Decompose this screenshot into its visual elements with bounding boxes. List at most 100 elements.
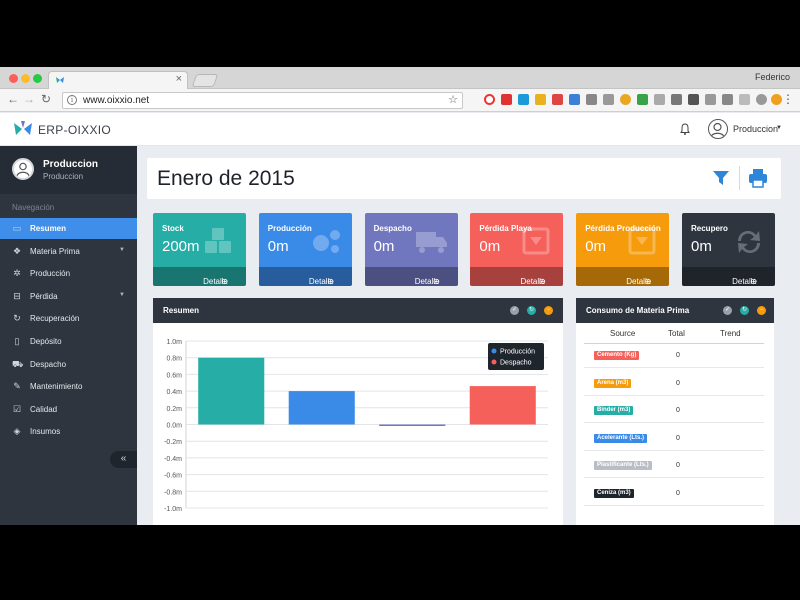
back-icon[interactable]: ← <box>6 92 20 106</box>
calendar-extension-icon[interactable] <box>569 94 580 105</box>
new-tab-button[interactable] <box>191 74 219 87</box>
extension-icon[interactable] <box>637 94 648 105</box>
source-total: 0 <box>676 489 680 497</box>
card-value: 0m <box>267 238 289 255</box>
print-icon[interactable] <box>748 168 768 188</box>
refresh-icon[interactable]: ↻ <box>527 306 536 315</box>
stat-card-pérdida-producción[interactable]: Pérdida Producción 0m Detalle ⊝ <box>576 213 670 286</box>
sidebar-item-label: Calidad <box>30 404 58 414</box>
extension-icon[interactable] <box>654 94 665 105</box>
extension-icon[interactable] <box>535 94 546 105</box>
sidebar-item-insumos[interactable]: ◈ Insumos <box>0 421 137 442</box>
minimize-icon[interactable]: − <box>544 306 553 315</box>
sidebar-item-resumen[interactable]: ▭ Resumen <box>0 218 137 239</box>
legend-swatch <box>491 359 497 365</box>
extension-icon[interactable] <box>603 94 614 105</box>
file-icon: ▯ <box>14 336 20 346</box>
sidebar-item-mantenimiento[interactable]: ✎ Mantenimiento <box>0 376 137 397</box>
card-value: 0m <box>585 238 607 255</box>
trello-extension-icon[interactable] <box>518 94 529 105</box>
cubes-icon <box>205 228 231 253</box>
forward-icon[interactable]: → <box>22 92 36 106</box>
sidebar-item-label: Insumos <box>30 427 61 437</box>
extension-icon[interactable] <box>501 94 512 105</box>
y-tick-label: -0.6m <box>164 473 182 480</box>
extension-icon[interactable] <box>722 94 733 105</box>
cogs-icon <box>312 230 340 253</box>
card-value: 0m <box>373 238 395 255</box>
sidebar-item-label: Despacho <box>30 359 67 369</box>
header-user-name[interactable]: Produccion <box>733 124 778 134</box>
sidebar-item-materia-prima[interactable]: ❖ Materia Prima ▼ <box>0 241 137 262</box>
sidebar-item-calidad[interactable]: ☑ Calidad <box>0 399 137 420</box>
extension-icon[interactable] <box>552 94 563 105</box>
sidebar-item-producción[interactable]: ✲ Producción <box>0 263 137 284</box>
info-icon[interactable]: i <box>67 95 77 105</box>
browser-tab[interactable]: × <box>48 71 188 89</box>
bookmark-star-icon[interactable]: ☆ <box>448 93 458 106</box>
stat-card-recupero[interactable]: Recupero 0m Detalle ⊝ <box>682 213 775 286</box>
card-detail-link[interactable]: Detalle ⊝ <box>576 267 670 286</box>
divider <box>584 449 764 451</box>
sidebar-item-depósito[interactable]: ▯ Depósito <box>0 331 137 352</box>
extension-icon[interactable] <box>771 94 782 105</box>
stat-card-pérdida-playa[interactable]: Pérdida Playa 0m Detalle ⊝ <box>470 213 564 286</box>
stat-card-despacho[interactable]: Despacho 0m Detalle ⊝ <box>364 213 458 286</box>
minimize-icon[interactable]: − <box>757 306 766 315</box>
collapse-sidebar-button[interactable]: « <box>110 451 137 468</box>
extension-icon[interactable] <box>586 94 597 105</box>
resumen-panel: Resumen ✓ ↻ − 1.0m 0.8m 0.6m 0.4m 0.2m 0.0m -0… <box>153 298 563 525</box>
sidebar-item-recuperación[interactable]: ↻ Recuperación <box>0 308 137 329</box>
card-detail-link[interactable]: Detalle ⊝ <box>153 267 246 286</box>
y-tick-label: -1.0m <box>164 506 182 513</box>
app-logo-text[interactable]: ERP-OIXXIO <box>38 123 111 137</box>
opera-extension-icon[interactable] <box>484 94 495 105</box>
source-total: 0 <box>676 407 680 414</box>
extension-icon[interactable] <box>739 94 750 105</box>
profile-avatar[interactable] <box>12 158 34 180</box>
column-header: Total <box>668 329 685 338</box>
refresh-icon[interactable]: ↻ <box>740 306 749 315</box>
address-bar[interactable]: i www.oixxio.net ☆ <box>62 92 463 109</box>
card-detail-link[interactable]: Detalle ⊝ <box>364 267 458 286</box>
extension-icon[interactable] <box>705 94 716 105</box>
extension-icon[interactable] <box>688 94 699 105</box>
browser-menu-icon[interactable]: ⋮ <box>782 92 794 106</box>
address-url[interactable]: www.oixxio.net <box>83 95 149 106</box>
arrow-circle-icon: ⊝ <box>221 277 228 286</box>
browser-profile-name[interactable]: Federico <box>755 72 790 82</box>
close-window-button[interactable] <box>9 74 18 83</box>
sidebar-item-label: Pérdida <box>30 291 58 301</box>
close-tab-icon[interactable]: × <box>176 73 182 85</box>
card-value: 0m <box>691 238 712 255</box>
check-icon[interactable]: ✓ <box>510 306 519 315</box>
sidebar-item-pérdida[interactable]: ⊟ Pérdida ▼ <box>0 286 137 307</box>
stat-card-producción[interactable]: Producción 0m Detalle ⊝ <box>258 213 352 286</box>
source-badge: Acelerante (Lts.) <box>594 433 648 443</box>
sidebar-item-despacho[interactable]: ⛟ Despacho <box>0 354 137 375</box>
bell-icon[interactable] <box>678 122 692 136</box>
arrow-circle-icon: ⊝ <box>750 277 757 286</box>
card-detail-link[interactable]: Detalle ⊝ <box>258 267 352 286</box>
card-detail-link[interactable]: Detalle ⊝ <box>682 267 775 286</box>
minimize-window-button[interactable] <box>21 74 30 83</box>
filter-icon[interactable] <box>712 169 730 187</box>
extension-icon[interactable] <box>671 94 682 105</box>
user-avatar[interactable] <box>708 119 728 139</box>
extension-icon[interactable] <box>756 94 767 105</box>
caret-down-icon[interactable]: ▼ <box>776 125 782 131</box>
source-total: 0 <box>676 462 680 469</box>
extension-icon[interactable] <box>620 94 631 105</box>
arrow-circle-icon: ⊝ <box>538 277 546 286</box>
y-tick-label: -0.8m <box>164 489 182 496</box>
maximize-window-button[interactable] <box>33 74 42 83</box>
stat-card-stock[interactable]: Stock 200m Detalle ⊝ <box>153 213 246 286</box>
arrow-circle-icon: ⊝ <box>327 277 334 286</box>
chevron-down-icon: ▼ <box>119 246 125 253</box>
reload-icon[interactable]: ↻ <box>39 92 53 106</box>
card-detail-link[interactable]: Detalle ⊝ <box>470 267 564 286</box>
resumen-chart: 1.0m 0.8m 0.6m 0.4m 0.2m 0.0m -0.2m -0.4m -0.6m -… <box>164 339 548 513</box>
check-icon[interactable]: ✓ <box>723 306 732 315</box>
y-tick-label: 1.0m <box>166 339 182 346</box>
y-tick-label: 0.4m <box>166 389 182 396</box>
